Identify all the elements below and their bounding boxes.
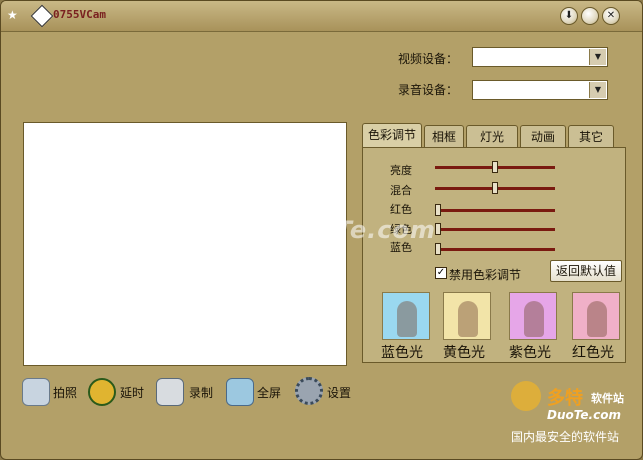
blend-label: 混合 bbox=[390, 184, 412, 197]
watermark-text: www.DuoTe.com bbox=[201, 216, 436, 244]
watermark-logo-icon bbox=[511, 381, 541, 411]
tab-other[interactable]: 其它 bbox=[568, 125, 614, 147]
video-device-select[interactable]: ▼ bbox=[472, 47, 608, 67]
download-button[interactable]: ⬇ bbox=[560, 7, 578, 25]
tab-animation[interactable]: 动画 bbox=[520, 125, 566, 147]
yellow-light-filter-thumbnail[interactable] bbox=[443, 292, 491, 340]
chevron-down-icon[interactable]: ▼ bbox=[589, 82, 606, 98]
red-light-label: 红色光 bbox=[572, 345, 614, 361]
blue-light-label: 蓝色光 bbox=[381, 345, 423, 361]
chevron-down-icon[interactable]: ▼ bbox=[589, 49, 606, 65]
brightness-label: 亮度 bbox=[390, 164, 412, 177]
brightness-slider-handle[interactable] bbox=[492, 161, 498, 173]
alarm-clock-icon[interactable] bbox=[88, 378, 116, 406]
reset-default-button[interactable]: 返回默认值 bbox=[550, 260, 622, 282]
watermark-tagline: 国内最安全的软件站 bbox=[511, 430, 620, 444]
purple-light-label: 紫色光 bbox=[509, 345, 551, 361]
gear-icon[interactable] bbox=[295, 377, 323, 405]
film-reel-icon[interactable] bbox=[156, 378, 184, 406]
tab-lighting[interactable]: 灯光 bbox=[466, 125, 518, 147]
monitor-icon[interactable] bbox=[226, 378, 254, 406]
camera-preview bbox=[23, 122, 347, 366]
red-label: 红色 bbox=[390, 203, 412, 216]
checkmark-icon: ✓ bbox=[436, 267, 446, 278]
color-adjust-panel: 亮度 混合 红色 绿色 蓝色 ✓ 禁用色彩调节 返回默认值 蓝色光 黄色光 紫色… bbox=[362, 147, 626, 363]
close-button[interactable]: ✕ bbox=[602, 7, 620, 25]
watermark-logo-suffix: 软件站 bbox=[591, 392, 624, 405]
yellow-light-label: 黄色光 bbox=[443, 345, 485, 361]
video-device-label: 视频设备： bbox=[398, 52, 459, 66]
settings-label[interactable]: 设置 bbox=[327, 384, 351, 401]
blue-slider-handle[interactable] bbox=[435, 243, 441, 255]
disable-color-checkbox[interactable]: ✓ bbox=[435, 267, 447, 279]
tab-color-adjust[interactable]: 色彩调节 bbox=[362, 123, 422, 147]
tab-frame[interactable]: 相框 bbox=[424, 125, 464, 147]
fullscreen-label[interactable]: 全屏 bbox=[257, 384, 281, 401]
snapshot-label[interactable]: 拍照 bbox=[53, 384, 77, 401]
record-label[interactable]: 录制 bbox=[189, 384, 213, 401]
app-window: ★ 0755VCam ⬇ ✕ 视频设备： ▼ 录音设备： ▼ 色彩调节 相框 灯… bbox=[0, 0, 643, 460]
red-slider-handle[interactable] bbox=[435, 204, 441, 216]
audio-device-label: 录音设备： bbox=[398, 83, 459, 97]
red-light-filter-thumbnail[interactable] bbox=[572, 292, 620, 340]
purple-light-filter-thumbnail[interactable] bbox=[509, 292, 557, 340]
green-slider[interactable] bbox=[435, 228, 555, 231]
audio-device-select[interactable]: ▼ bbox=[472, 80, 608, 100]
app-logo-icon bbox=[30, 4, 54, 28]
watermark-logo-cn: 多特 bbox=[547, 388, 583, 409]
blend-slider-handle[interactable] bbox=[492, 182, 498, 194]
timer-label[interactable]: 延时 bbox=[120, 384, 144, 401]
window-title: 0755VCam bbox=[53, 8, 106, 21]
watermark-logo-en: DuoTe.com bbox=[547, 408, 621, 422]
title-bar: ★ 0755VCam ⬇ ✕ bbox=[1, 1, 642, 32]
blue-light-filter-thumbnail[interactable] bbox=[382, 292, 430, 340]
red-slider[interactable] bbox=[435, 209, 555, 212]
blue-slider[interactable] bbox=[435, 248, 555, 251]
star-icon: ★ bbox=[7, 8, 18, 22]
camera-icon[interactable] bbox=[22, 378, 50, 406]
minimize-button[interactable] bbox=[581, 7, 599, 25]
disable-color-label: 禁用色彩调节 bbox=[449, 268, 522, 282]
